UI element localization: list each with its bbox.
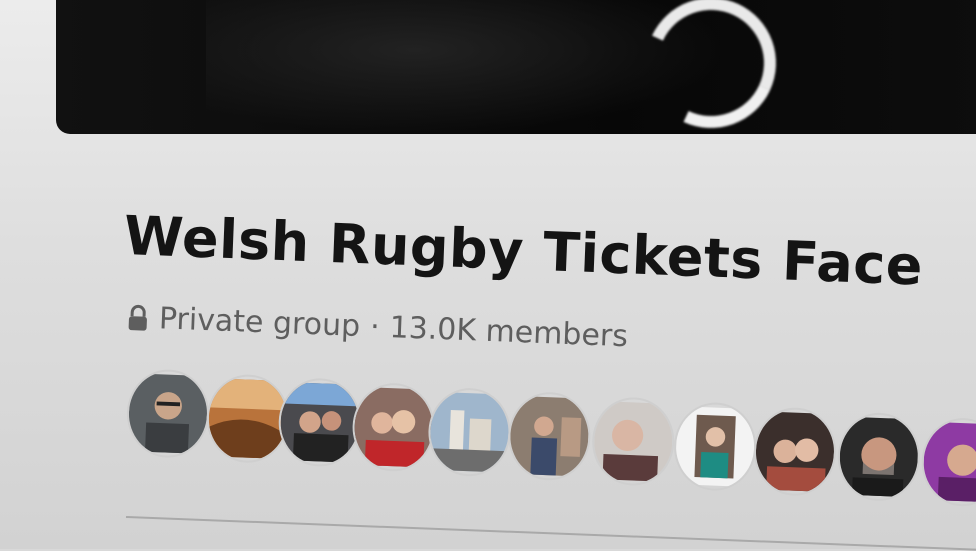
member-avatar-1[interactable]	[125, 368, 211, 460]
member-avatar-2[interactable]	[205, 373, 291, 465]
member-avatar-9[interactable]	[752, 406, 838, 498]
member-avatar-10[interactable]	[836, 411, 922, 503]
group-title[interactable]: Welsh Rugby Tickets Face	[123, 204, 924, 298]
member-avatar-5[interactable]	[426, 386, 513, 478]
member-avatar-11[interactable]	[920, 416, 976, 508]
member-avatars	[123, 368, 976, 542]
group-header: Welsh Rugby Tickets Face Private group ·…	[0, 0, 976, 551]
privacy-label[interactable]: Private group	[158, 301, 360, 344]
member-avatar-7[interactable]	[590, 395, 676, 488]
meta-separator: ·	[369, 309, 381, 345]
group-page: Welsh Rugby Tickets Face Private group ·…	[0, 0, 976, 551]
member-avatar-4[interactable]	[350, 381, 437, 473]
member-count[interactable]: 13.0K members	[389, 310, 629, 354]
lock-icon	[126, 304, 149, 333]
member-avatar-8[interactable]	[672, 401, 758, 493]
member-avatar-3[interactable]	[277, 376, 363, 468]
member-avatar-6[interactable]	[506, 390, 593, 482]
group-meta: Private group · 13.0K members	[126, 300, 628, 354]
